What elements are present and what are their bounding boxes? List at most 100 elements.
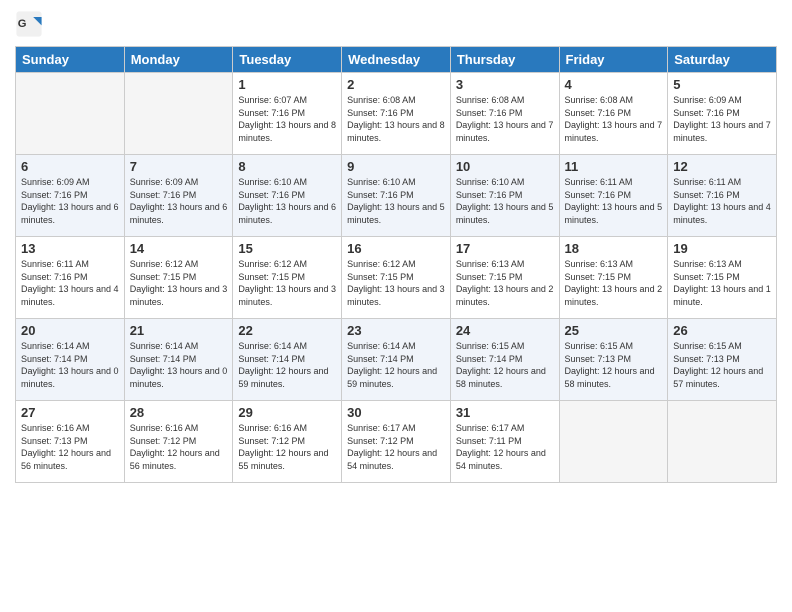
day-cell: 18 Sunrise: 6:13 AMSunset: 7:15 PMDayligh… — [559, 237, 668, 319]
day-info: Sunrise: 6:13 AMSunset: 7:15 PMDaylight:… — [456, 258, 554, 308]
day-cell: 30Sunrise: 6:17 AMSunset: 7:12 PMDayligh… — [342, 401, 451, 483]
day-info: Sunrise: 6:11 AMSunset: 7:16 PMDaylight:… — [673, 176, 771, 226]
day-info: Sunrise: 6:12 AMSunset: 7:15 PMDaylight:… — [347, 258, 445, 308]
day-info: Sunrise: 6:08 AMSunset: 7:16 PMDaylight:… — [347, 94, 445, 144]
day-info: Sunrise: 6:10 AMSunset: 7:16 PMDaylight:… — [456, 176, 554, 226]
day-cell — [124, 73, 233, 155]
day-info: Sunrise: 6:09 AMSunset: 7:16 PMDaylight:… — [673, 94, 771, 144]
day-info: Sunrise: 6:17 AMSunset: 7:12 PMDaylight:… — [347, 422, 445, 472]
day-number: 6 — [21, 159, 119, 174]
weekday-header-row: SundayMondayTuesdayWednesdayThursdayFrid… — [16, 47, 777, 73]
day-number: 21 — [130, 323, 228, 338]
day-info: Sunrise: 6:13 AMSunset: 7:15 PMDaylight:… — [565, 258, 663, 308]
day-number: 10 — [456, 159, 554, 174]
day-number: 22 — [238, 323, 336, 338]
day-number: 18 — [565, 241, 663, 256]
day-cell: 29 Sunrise: 6:16 AMSunset: 7:12 PMDayligh… — [233, 401, 342, 483]
day-info: Sunrise: 6:15 AMSunset: 7:14 PMDaylight:… — [456, 340, 554, 390]
week-row-2: 13 Sunrise: 6:11 AMSunset: 7:16 PMDayligh… — [16, 237, 777, 319]
week-row-3: 20 Sunrise: 6:14 AMSunset: 7:14 PMDayligh… — [16, 319, 777, 401]
day-cell: 26 Sunrise: 6:15 AMSunset: 7:13 PMDayligh… — [668, 319, 777, 401]
day-info: Sunrise: 6:10 AMSunset: 7:16 PMDaylight:… — [347, 176, 445, 226]
day-cell: 3 Sunrise: 6:08 AMSunset: 7:16 PMDaylight… — [450, 73, 559, 155]
day-info: Sunrise: 6:17 AMSunset: 7:11 PMDaylight:… — [456, 422, 554, 472]
day-info: Sunrise: 6:10 AMSunset: 7:16 PMDaylight:… — [238, 176, 336, 226]
day-cell: 23 Sunrise: 6:14 AMSunset: 7:14 PMDayligh… — [342, 319, 451, 401]
day-cell — [559, 401, 668, 483]
day-info: Sunrise: 6:15 AMSunset: 7:13 PMDaylight:… — [565, 340, 663, 390]
day-cell: 5 Sunrise: 6:09 AMSunset: 7:16 PMDaylight… — [668, 73, 777, 155]
day-number: 29 — [238, 405, 336, 420]
day-cell: 24 Sunrise: 6:15 AMSunset: 7:14 PMDayligh… — [450, 319, 559, 401]
day-cell: 8 Sunrise: 6:10 AMSunset: 7:16 PMDaylight… — [233, 155, 342, 237]
day-info: Sunrise: 6:16 AMSunset: 7:12 PMDaylight:… — [238, 422, 336, 472]
day-number: 7 — [130, 159, 228, 174]
day-number: 12 — [673, 159, 771, 174]
day-number: 16 — [347, 241, 445, 256]
day-cell: 4 Sunrise: 6:08 AMSunset: 7:16 PMDaylight… — [559, 73, 668, 155]
logo: G — [15, 10, 45, 38]
day-cell — [668, 401, 777, 483]
day-info: Sunrise: 6:12 AMSunset: 7:15 PMDaylight:… — [130, 258, 228, 308]
page: G SundayMondayTuesdayWednesdayThursdayFr… — [0, 0, 792, 612]
day-number: 25 — [565, 323, 663, 338]
week-row-4: 27Sunrise: 6:16 AMSunset: 7:13 PMDayligh… — [16, 401, 777, 483]
day-number: 20 — [21, 323, 119, 338]
day-cell: 10 Sunrise: 6:10 AMSunset: 7:16 PMDayligh… — [450, 155, 559, 237]
day-cell: 9 Sunrise: 6:10 AMSunset: 7:16 PMDaylight… — [342, 155, 451, 237]
day-info: Sunrise: 6:14 AMSunset: 7:14 PMDaylight:… — [238, 340, 336, 390]
day-cell: 28 Sunrise: 6:16 AMSunset: 7:12 PMDayligh… — [124, 401, 233, 483]
weekday-tuesday: Tuesday — [233, 47, 342, 73]
day-number: 24 — [456, 323, 554, 338]
weekday-sunday: Sunday — [16, 47, 125, 73]
day-info: Sunrise: 6:08 AMSunset: 7:16 PMDaylight:… — [456, 94, 554, 144]
day-info: Sunrise: 6:16 AMSunset: 7:12 PMDaylight:… — [130, 422, 228, 472]
day-cell: 2 Sunrise: 6:08 AMSunset: 7:16 PMDaylight… — [342, 73, 451, 155]
day-number: 9 — [347, 159, 445, 174]
calendar: SundayMondayTuesdayWednesdayThursdayFrid… — [15, 46, 777, 483]
day-number: 4 — [565, 77, 663, 92]
week-row-0: 1Sunrise: 6:07 AMSunset: 7:16 PMDaylight… — [16, 73, 777, 155]
day-info: Sunrise: 6:14 AMSunset: 7:14 PMDaylight:… — [130, 340, 228, 390]
day-number: 13 — [21, 241, 119, 256]
day-info: Sunrise: 6:09 AMSunset: 7:16 PMDaylight:… — [21, 176, 119, 226]
week-row-1: 6 Sunrise: 6:09 AMSunset: 7:16 PMDaylight… — [16, 155, 777, 237]
day-number: 8 — [238, 159, 336, 174]
day-info: Sunrise: 6:13 AMSunset: 7:15 PMDaylight:… — [673, 258, 771, 308]
day-info: Sunrise: 6:16 AMSunset: 7:13 PMDaylight:… — [21, 422, 119, 472]
day-info: Sunrise: 6:11 AMSunset: 7:16 PMDaylight:… — [565, 176, 663, 226]
day-cell: 31Sunrise: 6:17 AMSunset: 7:11 PMDayligh… — [450, 401, 559, 483]
day-number: 5 — [673, 77, 771, 92]
day-cell: 20 Sunrise: 6:14 AMSunset: 7:14 PMDayligh… — [16, 319, 125, 401]
day-number: 26 — [673, 323, 771, 338]
day-number: 3 — [456, 77, 554, 92]
day-cell: 14 Sunrise: 6:12 AMSunset: 7:15 PMDayligh… — [124, 237, 233, 319]
day-cell: 6 Sunrise: 6:09 AMSunset: 7:16 PMDaylight… — [16, 155, 125, 237]
day-info: Sunrise: 6:08 AMSunset: 7:16 PMDaylight:… — [565, 94, 663, 144]
weekday-saturday: Saturday — [668, 47, 777, 73]
weekday-thursday: Thursday — [450, 47, 559, 73]
day-number: 19 — [673, 241, 771, 256]
day-number: 15 — [238, 241, 336, 256]
header: G — [15, 10, 777, 38]
day-cell: 12 Sunrise: 6:11 AMSunset: 7:16 PMDayligh… — [668, 155, 777, 237]
day-cell: 19 Sunrise: 6:13 AMSunset: 7:15 PMDayligh… — [668, 237, 777, 319]
day-number: 11 — [565, 159, 663, 174]
day-number: 1 — [238, 77, 336, 92]
day-cell: 21 Sunrise: 6:14 AMSunset: 7:14 PMDayligh… — [124, 319, 233, 401]
day-number: 23 — [347, 323, 445, 338]
day-info: Sunrise: 6:14 AMSunset: 7:14 PMDaylight:… — [347, 340, 445, 390]
day-cell: 22 Sunrise: 6:14 AMSunset: 7:14 PMDayligh… — [233, 319, 342, 401]
day-cell: 7Sunrise: 6:09 AMSunset: 7:16 PMDaylight… — [124, 155, 233, 237]
day-cell: 13 Sunrise: 6:11 AMSunset: 7:16 PMDayligh… — [16, 237, 125, 319]
day-info: Sunrise: 6:11 AMSunset: 7:16 PMDaylight:… — [21, 258, 119, 308]
day-number: 28 — [130, 405, 228, 420]
day-cell — [16, 73, 125, 155]
day-cell: 16 Sunrise: 6:12 AMSunset: 7:15 PMDayligh… — [342, 237, 451, 319]
day-info: Sunrise: 6:15 AMSunset: 7:13 PMDaylight:… — [673, 340, 771, 390]
day-number: 2 — [347, 77, 445, 92]
day-cell: 1Sunrise: 6:07 AMSunset: 7:16 PMDaylight… — [233, 73, 342, 155]
logo-icon: G — [15, 10, 43, 38]
day-info: Sunrise: 6:14 AMSunset: 7:14 PMDaylight:… — [21, 340, 119, 390]
day-number: 14 — [130, 241, 228, 256]
